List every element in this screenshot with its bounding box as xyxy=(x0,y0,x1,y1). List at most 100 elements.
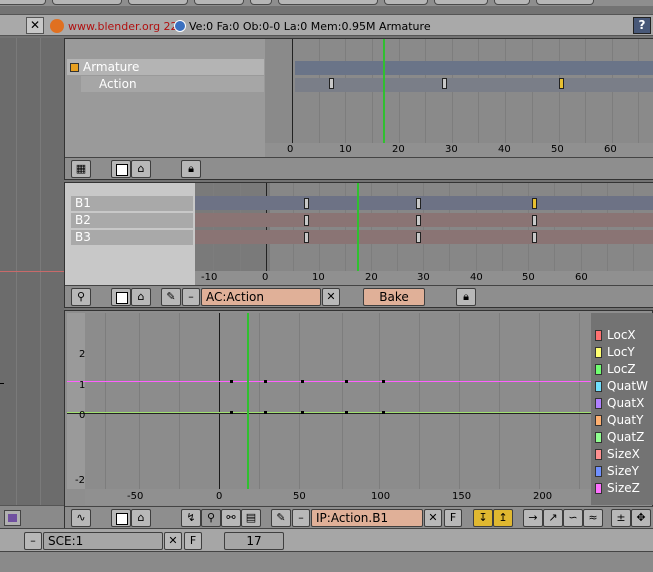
top-menu-button[interactable] xyxy=(494,0,530,5)
object-ipo-icon[interactable]: ↯ xyxy=(181,509,201,527)
editor-type-action-icon[interactable]: ⚲ xyxy=(71,288,91,306)
lock-icon[interactable]: 🔒︎ xyxy=(181,160,201,178)
action-ipo-icon[interactable]: ⚲ xyxy=(201,509,221,527)
keyframe[interactable] xyxy=(304,232,309,243)
ipo-channel-quatz[interactable]: QuatZ xyxy=(593,429,649,446)
current-frame-field[interactable]: 17 xyxy=(224,532,284,550)
extrapolate-constant-icon[interactable]: → xyxy=(523,509,543,527)
ipo-channel-sizey[interactable]: SizeY xyxy=(593,463,649,480)
current-frame-cursor[interactable] xyxy=(247,313,249,489)
expand-triangle-icon[interactable] xyxy=(70,63,79,72)
current-frame-cursor[interactable] xyxy=(357,183,359,271)
keyframe[interactable] xyxy=(532,232,537,243)
left-editor-window[interactable] xyxy=(0,38,64,528)
fake-user-button[interactable]: F xyxy=(444,509,462,527)
help-button[interactable]: ? xyxy=(633,17,651,34)
ipo-channel-sizez[interactable]: SizeZ xyxy=(593,480,649,497)
ipo-channel-sizex[interactable]: SizeX xyxy=(593,446,649,463)
pin-icon[interactable]: ✎ xyxy=(271,509,291,527)
keyframe[interactable] xyxy=(416,198,421,209)
home-icon[interactable]: ⌂ xyxy=(131,160,151,178)
channel-color-swatch[interactable] xyxy=(595,432,602,443)
lock-icon[interactable]: 🔒︎ xyxy=(456,288,476,306)
extrapolate-linear-icon[interactable]: ↗ xyxy=(543,509,563,527)
keyframe-selected[interactable] xyxy=(559,78,564,89)
nla-channel-b1[interactable]: B1 xyxy=(71,196,193,211)
channel-armature[interactable]: Armature xyxy=(67,59,264,75)
top-menu-button[interactable] xyxy=(536,0,594,5)
ipo-channel-locz[interactable]: LocZ xyxy=(593,361,649,378)
website-url[interactable]: www.blender.org 226 xyxy=(68,20,185,33)
unlink-action-button[interactable]: ✕ xyxy=(322,288,340,306)
action-keyframe-area[interactable] xyxy=(265,39,653,143)
nla-channel-b3[interactable]: B3 xyxy=(71,230,193,245)
keyframe[interactable] xyxy=(416,232,421,243)
keyframe[interactable] xyxy=(304,215,309,226)
top-menu-button[interactable] xyxy=(250,0,272,5)
channel-color-swatch[interactable] xyxy=(595,381,602,392)
fullscreen-icon[interactable] xyxy=(111,160,131,178)
editor-type-ipo-icon[interactable]: ∿ xyxy=(71,509,91,527)
top-menu-button[interactable] xyxy=(194,0,244,5)
channel-color-swatch[interactable] xyxy=(595,483,602,494)
unlink-scene-button[interactable]: ✕ xyxy=(164,532,182,550)
bake-button[interactable]: Bake xyxy=(363,288,425,306)
interpolate-cyclic-icon[interactable]: ≈ xyxy=(583,509,603,527)
scene-browse-button[interactable]: – xyxy=(24,532,42,550)
home-icon[interactable]: ⌂ xyxy=(131,509,151,527)
link-icon[interactable]: ⚯ xyxy=(221,509,241,527)
channel-color-swatch[interactable] xyxy=(595,398,602,409)
channel-color-swatch[interactable] xyxy=(595,449,602,460)
channel-color-swatch[interactable] xyxy=(595,347,602,358)
ipo-curve-area[interactable]: 2 1 0 -2 xyxy=(67,313,591,489)
copy-to-buffer-icon[interactable]: ↧ xyxy=(473,509,493,527)
keyframe[interactable] xyxy=(532,215,537,226)
ipo-channel-locx[interactable]: LocX xyxy=(593,327,649,344)
top-menu-button[interactable] xyxy=(434,0,488,5)
ipo-channel-quatw[interactable]: QuatW xyxy=(593,378,649,395)
ipo-name-field[interactable]: IP:Action.B1 xyxy=(311,509,423,527)
top-menu-button[interactable] xyxy=(0,0,46,5)
image-editor-icon[interactable] xyxy=(4,510,21,526)
ipo-browse-button[interactable]: – xyxy=(292,509,310,527)
close-icon[interactable]: ✕ xyxy=(26,17,44,34)
channel-color-swatch[interactable] xyxy=(595,415,602,426)
zoom-icon[interactable]: ± xyxy=(611,509,631,527)
unlink-ipo-button[interactable]: ✕ xyxy=(424,509,442,527)
nla-strip-area[interactable] xyxy=(195,183,653,271)
channel-color-swatch[interactable] xyxy=(595,364,602,375)
ipo-channel-quaty[interactable]: QuatY xyxy=(593,412,649,429)
action-browse-button[interactable]: – xyxy=(182,288,200,306)
bottom-strip xyxy=(0,552,653,572)
pin-icon[interactable]: ✎ xyxy=(161,288,181,306)
top-menu-button[interactable] xyxy=(384,0,428,5)
sequence-icon[interactable]: ▤ xyxy=(241,509,261,527)
scene-name-field[interactable]: SCE:1 xyxy=(43,532,163,550)
channel-color-swatch[interactable] xyxy=(595,330,602,341)
top-menu-button[interactable] xyxy=(52,0,122,5)
action-name-field[interactable]: AC:Action xyxy=(201,288,321,306)
ipo-channel-list: LocX LocY LocZ QuatW QuatX QuatY QuatZ S… xyxy=(591,313,653,505)
fullscreen-icon[interactable] xyxy=(111,288,131,306)
fake-user-button[interactable]: F xyxy=(184,532,202,550)
move-view-icon[interactable]: ✥ xyxy=(631,509,651,527)
ipo-channel-locy[interactable]: LocY xyxy=(593,344,649,361)
channel-color-swatch[interactable] xyxy=(595,466,602,477)
ipo-channel-quatx[interactable]: QuatX xyxy=(593,395,649,412)
interpolate-bezier-icon[interactable]: ∽ xyxy=(563,509,583,527)
editor-type-grid-icon[interactable]: ▦ xyxy=(71,160,91,178)
keyframe[interactable] xyxy=(304,198,309,209)
keyframe[interactable] xyxy=(442,78,447,89)
fullscreen-icon[interactable] xyxy=(111,509,131,527)
home-icon[interactable]: ⌂ xyxy=(131,288,151,306)
top-menu-button[interactable] xyxy=(278,0,378,5)
top-menu-button[interactable] xyxy=(128,0,188,5)
keyframe[interactable] xyxy=(329,78,334,89)
nla-channel-b2[interactable]: B2 xyxy=(71,213,193,228)
keyframe[interactable] xyxy=(416,215,421,226)
channel-action[interactable]: Action xyxy=(81,76,264,92)
keyframe-selected[interactable] xyxy=(532,198,537,209)
current-frame-cursor[interactable] xyxy=(383,39,385,143)
paste-from-buffer-icon[interactable]: ↥ xyxy=(493,509,513,527)
sizez-curve[interactable] xyxy=(67,381,591,382)
